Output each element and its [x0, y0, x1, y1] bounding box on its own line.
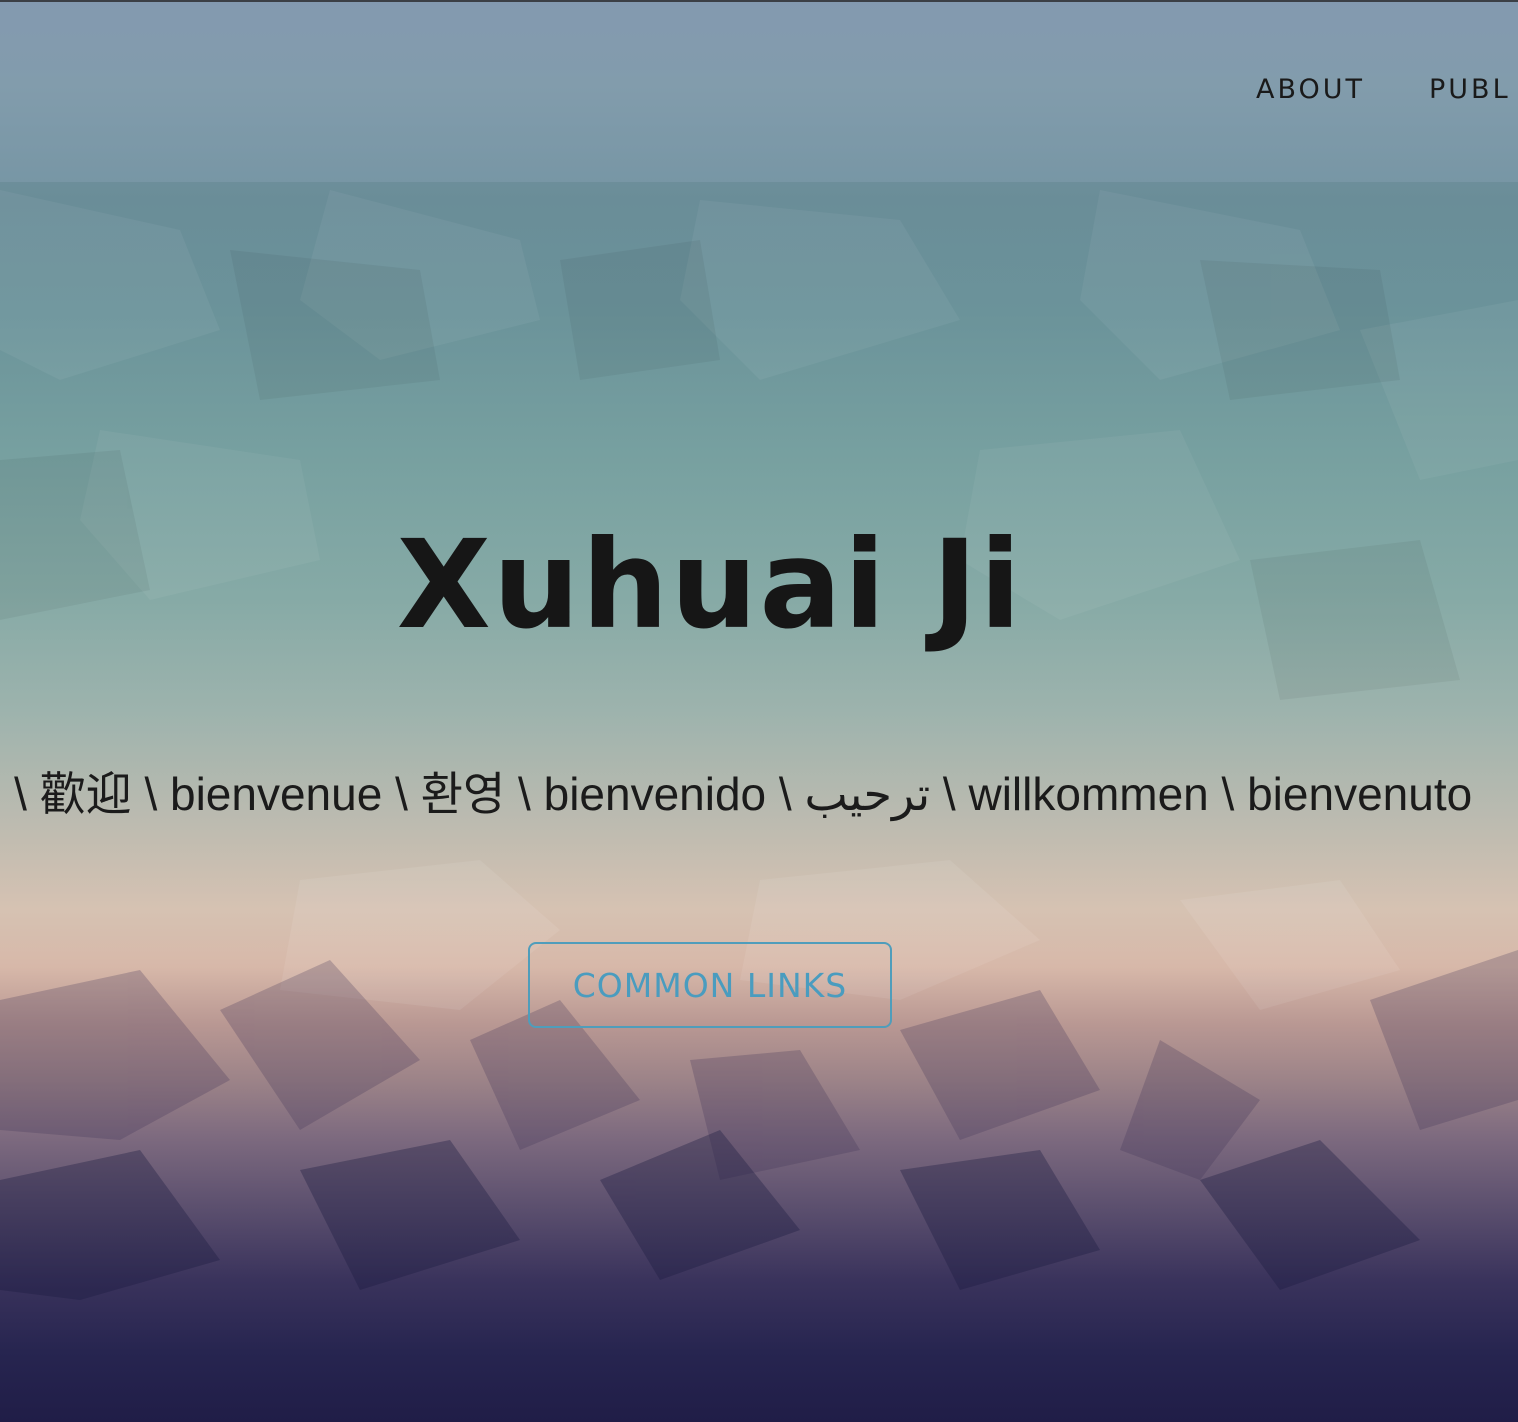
common-links-button[interactable]: COMMON LINKS	[528, 942, 892, 1028]
nav-link-publications[interactable]: PUBL	[1429, 74, 1511, 105]
nav-link-about[interactable]: ABOUT	[1256, 74, 1365, 105]
top-navbar: ABOUT PUBL	[0, 2, 1518, 182]
welcome-marquee: - \ 歡迎 \ bienvenue \ 환영 \ bienvenido \ ت…	[0, 768, 1473, 820]
low-poly-background	[0, 190, 1518, 1300]
hero-title: Xuhuai Ji	[396, 514, 1024, 656]
